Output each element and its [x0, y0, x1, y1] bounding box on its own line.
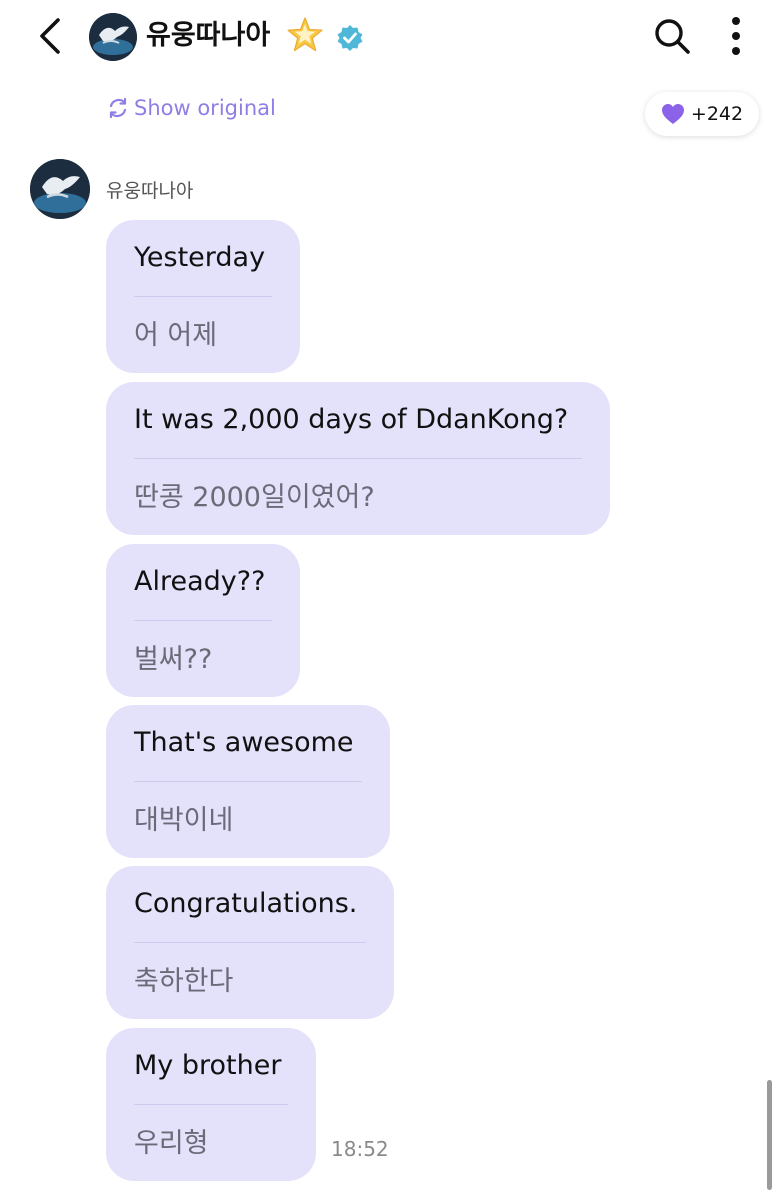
show-original-label: Show original — [134, 96, 276, 120]
search-button[interactable] — [652, 16, 692, 56]
sender-avatar[interactable] — [30, 159, 90, 219]
message-bubble[interactable]: It was 2,000 days of DdanKong? 딴콩 2000일이… — [106, 382, 610, 535]
scrollbar[interactable] — [767, 1080, 772, 1190]
message-original: 대박이네 — [134, 805, 234, 836]
message-bubble[interactable]: Yesterday 어 어제 — [106, 220, 300, 373]
message-translation: That's awesome — [134, 727, 354, 758]
message-original: 우리형 — [134, 1128, 209, 1159]
message-bubble[interactable]: That's awesome 대박이네 — [106, 705, 390, 858]
likes-pill[interactable]: +242 — [645, 92, 759, 136]
back-button[interactable] — [34, 16, 70, 56]
message-bubble[interactable]: My brother 우리형 — [106, 1028, 316, 1181]
message-original: 딴콩 2000일이였어? — [134, 482, 375, 513]
avatar[interactable] — [89, 13, 137, 61]
heart-icon — [661, 104, 684, 124]
message-translation: Congratulations. — [134, 888, 358, 919]
star-icon — [286, 16, 324, 54]
more-options-button[interactable] — [722, 14, 750, 58]
chat-header: 유웅따나아 — [0, 0, 777, 76]
verified-icon — [336, 24, 364, 52]
message-bubble[interactable]: Congratulations. 축하한다 — [106, 866, 394, 1019]
translate-refresh-icon — [109, 97, 127, 119]
message-original: 축하한다 — [134, 966, 234, 997]
more-icon — [732, 17, 740, 55]
likes-count: +242 — [690, 103, 744, 125]
search-icon — [655, 19, 690, 54]
message-translation: It was 2,000 days of DdanKong? — [134, 404, 569, 435]
message-translation: Yesterday — [134, 242, 266, 273]
chat-title: 유웅따나아 — [146, 20, 271, 51]
message-original: 어 어제 — [134, 320, 218, 351]
message-bubble[interactable]: Already?? 벌써?? — [106, 544, 300, 697]
back-icon — [40, 18, 60, 54]
message-translation: Already?? — [134, 566, 266, 597]
message-original: 벌써?? — [134, 644, 213, 675]
sender-name: 유웅따나아 — [106, 180, 194, 202]
show-original-button[interactable]: Show original — [106, 92, 276, 124]
message-timestamp: 18:52 — [331, 1137, 389, 1161]
message-translation: My brother — [134, 1050, 282, 1081]
